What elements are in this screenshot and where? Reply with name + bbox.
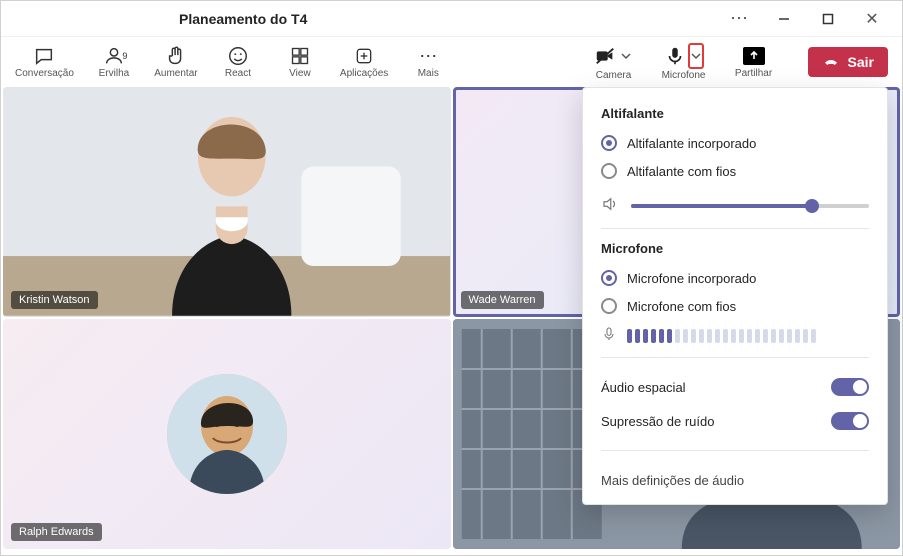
people-label: Ervilha xyxy=(99,68,130,79)
meeting-title: Planeamento do T4 xyxy=(179,11,307,27)
option-label: Microfone incorporado xyxy=(627,271,756,286)
radio-off-icon xyxy=(601,298,617,314)
more-audio-settings-link[interactable]: Mais definições de áudio xyxy=(601,463,869,490)
apps-label: Aplicações xyxy=(340,68,388,79)
spatial-audio-label: Áudio espacial xyxy=(601,380,686,395)
react-button[interactable]: React xyxy=(216,45,260,79)
participant-tile[interactable]: Ralph Edwards xyxy=(3,319,451,549)
chat-label: Conversação xyxy=(15,68,74,79)
participant-name: Kristin Watson xyxy=(11,291,98,309)
mic-chevron[interactable] xyxy=(688,43,704,69)
avatar xyxy=(167,374,287,494)
noise-suppression-toggle[interactable] xyxy=(831,412,869,430)
camera-off-icon xyxy=(594,45,616,67)
react-label: React xyxy=(225,68,251,79)
mic-icon xyxy=(664,45,686,67)
speaker-option-wired[interactable]: Altifalante com fios xyxy=(601,157,869,185)
titlebar: Planeamento do T4 ⋯ ✕ xyxy=(1,1,902,37)
people-button[interactable]: 9 Ervilha xyxy=(92,45,136,79)
option-label: Microfone com fios xyxy=(627,299,736,314)
noise-suppression-label: Supressão de ruído xyxy=(601,414,714,429)
window-more-icon[interactable]: ⋯ xyxy=(718,1,762,37)
share-icon xyxy=(743,47,765,65)
audio-settings-panel: Altifalante Altifalante incorporado Alti… xyxy=(582,87,888,505)
more-icon: ⋯ xyxy=(417,45,439,67)
window-minimize-icon[interactable] xyxy=(762,1,806,37)
participant-name: Ralph Edwards xyxy=(11,523,102,541)
view-icon xyxy=(289,45,311,67)
camera-button[interactable]: Camera xyxy=(588,43,640,81)
camera-chevron[interactable] xyxy=(618,43,634,69)
speaker-option-builtin[interactable]: Altifalante incorporado xyxy=(601,129,869,157)
hangup-icon xyxy=(822,53,840,71)
share-button[interactable]: Partilhar xyxy=(728,45,780,79)
radio-on-icon xyxy=(601,135,617,151)
volume-row xyxy=(601,195,869,216)
apps-button[interactable]: Aplicações xyxy=(340,45,388,79)
spatial-audio-toggle[interactable] xyxy=(831,378,869,396)
speaker-section-title: Altifalante xyxy=(601,106,869,121)
more-button[interactable]: ⋯ Mais xyxy=(406,45,450,79)
window-maximize-icon[interactable] xyxy=(806,1,850,37)
mic-section-title: Microfone xyxy=(601,241,869,256)
participant-illustration xyxy=(3,87,450,316)
view-label: View xyxy=(289,68,311,79)
raise-hand-button[interactable]: Aumentar xyxy=(154,45,198,79)
participant-tile[interactable]: Kristin Watson xyxy=(3,87,451,317)
mic-option-builtin[interactable]: Microfone incorporado xyxy=(601,264,869,292)
chat-icon xyxy=(33,45,55,67)
camera-label: Camera xyxy=(596,70,632,81)
react-icon xyxy=(227,45,249,67)
window-close-icon[interactable]: ✕ xyxy=(850,1,894,37)
mic-button[interactable]: Microfone xyxy=(658,43,710,81)
view-button[interactable]: View xyxy=(278,45,322,79)
raise-hand-label: Aumentar xyxy=(154,68,197,79)
chat-button[interactable]: Conversação xyxy=(15,45,74,79)
divider xyxy=(601,228,869,229)
radio-on-icon xyxy=(601,270,617,286)
noise-suppression-row: Supressão de ruído xyxy=(601,404,869,438)
raise-hand-icon xyxy=(165,45,187,67)
mic-option-wired[interactable]: Microfone com fios xyxy=(601,292,869,320)
share-label: Partilhar xyxy=(735,68,772,79)
divider xyxy=(601,450,869,451)
volume-slider[interactable] xyxy=(631,204,869,208)
option-label: Altifalante incorporado xyxy=(627,136,756,151)
leave-label: Sair xyxy=(848,54,874,70)
spatial-audio-row: Áudio espacial xyxy=(601,370,869,404)
mic-level-meter xyxy=(601,326,869,345)
leave-button[interactable]: Sair xyxy=(808,47,888,77)
radio-off-icon xyxy=(601,163,617,179)
more-label: Mais xyxy=(418,68,439,79)
meeting-toolbar: Conversação 9 Ervilha Aumentar React Vie… xyxy=(1,37,902,87)
mic-label: Microfone xyxy=(662,70,706,81)
apps-icon xyxy=(353,45,375,67)
mic-level-icon xyxy=(601,326,617,345)
speaker-volume-icon xyxy=(601,195,619,216)
divider xyxy=(601,357,869,358)
option-label: Altifalante com fios xyxy=(627,164,736,179)
people-count: 9 xyxy=(122,51,127,61)
participant-name: Wade Warren xyxy=(461,291,544,309)
